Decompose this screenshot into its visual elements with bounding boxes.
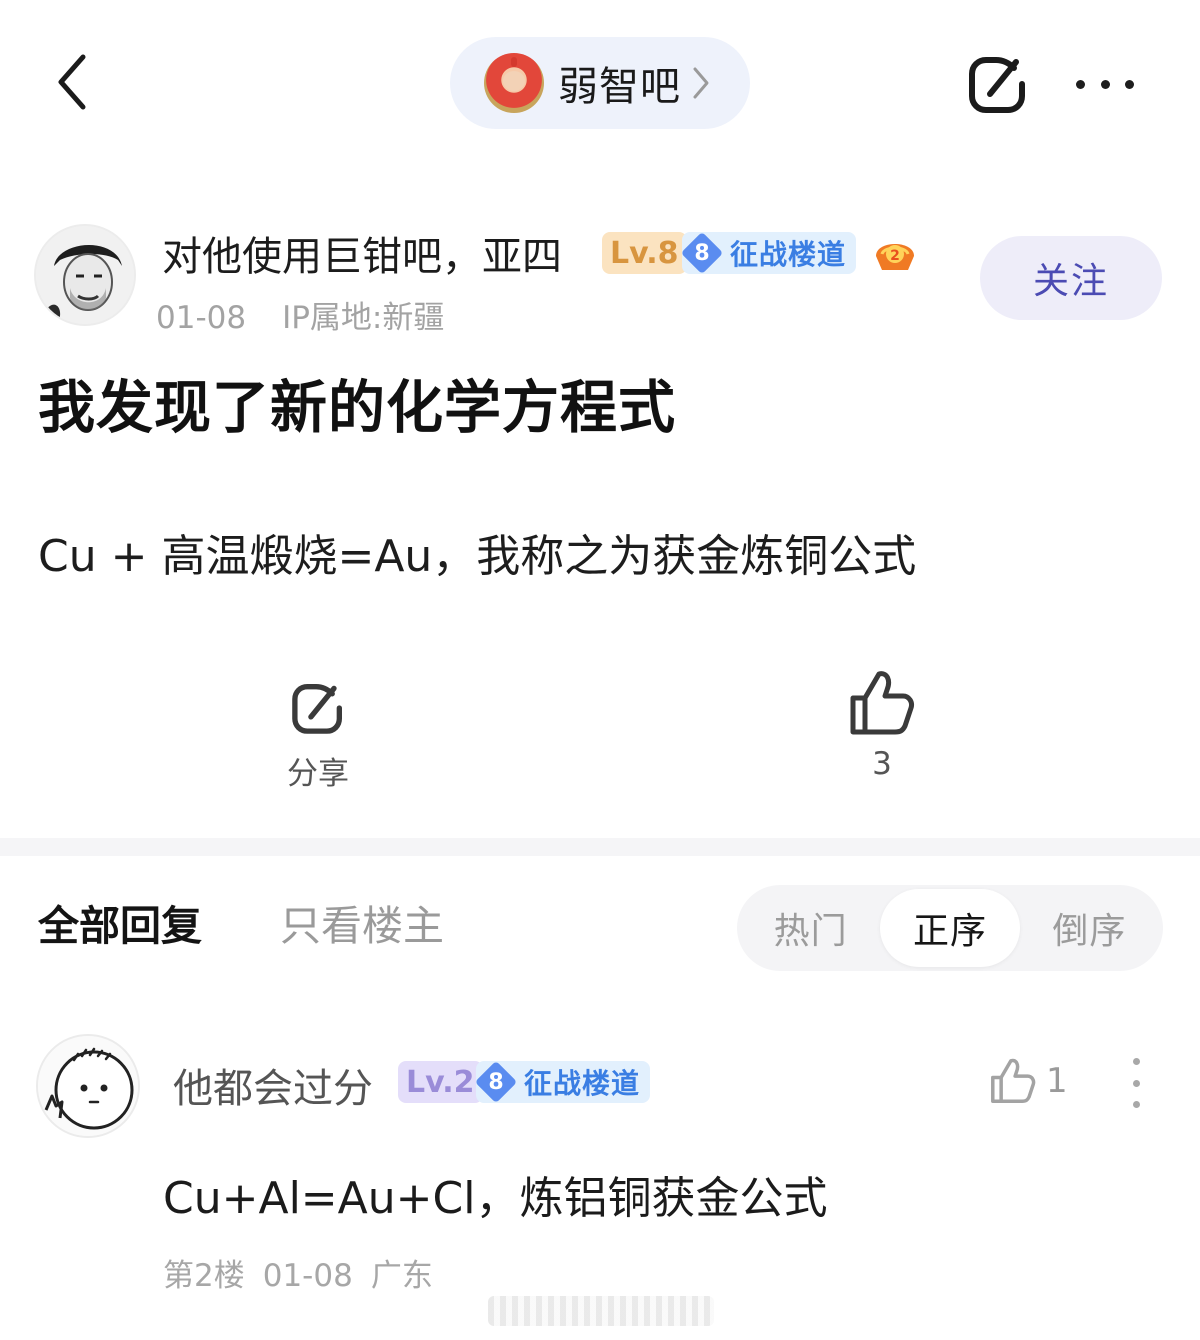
share-icon xyxy=(292,684,342,734)
reply-body: Cu+Al=Au+Cl，炼铝铜获金公式 xyxy=(163,1173,828,1224)
reply-like-count: 1 xyxy=(1046,1061,1068,1101)
rank-title: 征战楼道 xyxy=(730,238,847,271)
rank-title: 征战楼道 xyxy=(524,1067,641,1100)
sort-ascending[interactable]: 正序 xyxy=(880,889,1020,967)
reply-like-button[interactable]: 1 xyxy=(990,1056,1068,1106)
gem-icon: 8 xyxy=(474,1060,518,1104)
svg-text:2: 2 xyxy=(890,248,900,264)
share-label: 分享 xyxy=(287,756,349,792)
rank-badge: 8 征战楼道 xyxy=(680,231,857,275)
post-title: 我发现了新的化学方程式 xyxy=(38,375,676,441)
tab-op-only[interactable]: 只看楼主 xyxy=(280,892,444,952)
author-avatar[interactable] xyxy=(34,224,136,326)
more-vertical-icon xyxy=(1132,1058,1140,1065)
share-button[interactable] xyxy=(962,48,1034,120)
ip-location: IP属地:新疆 xyxy=(282,300,445,336)
forum-name: 弱智吧 xyxy=(558,64,681,110)
watermark xyxy=(488,1296,714,1326)
follow-button[interactable]: 关注 xyxy=(980,236,1162,320)
reply-date: 01-08 xyxy=(262,1258,353,1294)
tab-all-replies[interactable]: 全部回复 xyxy=(38,892,202,952)
gem-icon: 8 xyxy=(680,231,724,275)
sort-descending[interactable]: 倒序 xyxy=(1020,889,1159,967)
back-button[interactable] xyxy=(40,40,104,124)
reply-location: 广东 xyxy=(370,1258,433,1294)
forum-pill[interactable]: 弱智吧 xyxy=(450,37,750,129)
sort-hot[interactable]: 热门 xyxy=(741,889,880,967)
more-button[interactable] xyxy=(1070,60,1140,108)
thumbs-up-icon xyxy=(850,671,914,735)
sort-toggle: 热门 正序 倒序 xyxy=(737,885,1163,971)
post-date: 01-08 xyxy=(156,300,247,336)
reply-meta: 第2楼 01-08 广东 xyxy=(163,1250,433,1295)
share-icon xyxy=(969,57,1025,113)
author-name[interactable]: 对他使用巨钳吧，亚四 xyxy=(162,224,562,282)
reply-author-name[interactable]: 他都会过分 xyxy=(173,1056,373,1114)
like-count: 3 xyxy=(872,746,892,782)
post-meta: 01-08 IP属地:新疆 xyxy=(156,292,444,337)
level-badge: Lv.8 xyxy=(602,232,687,274)
more-horizontal-icon xyxy=(1076,79,1085,89)
chevron-left-icon xyxy=(58,54,86,110)
reply-floor: 第2楼 xyxy=(163,1258,245,1294)
rank-badge: 8 征战楼道 xyxy=(474,1060,651,1104)
reply-avatar[interactable] xyxy=(36,1034,140,1138)
section-divider xyxy=(0,838,1200,856)
reply-more-button[interactable] xyxy=(1126,1058,1146,1108)
post-body: Cu + 高温煅烧=Au，我称之为获金炼铜公式 xyxy=(38,531,917,582)
thumbs-up-icon xyxy=(991,1058,1036,1103)
level-badge: Lv.2 xyxy=(398,1061,483,1103)
like-button[interactable]: 3 xyxy=(832,668,932,782)
medal-2-icon: 2 xyxy=(872,234,918,274)
forum-avatar xyxy=(484,53,544,113)
chevron-right-icon xyxy=(693,67,709,99)
share-action-button[interactable]: 分享 xyxy=(270,676,366,793)
